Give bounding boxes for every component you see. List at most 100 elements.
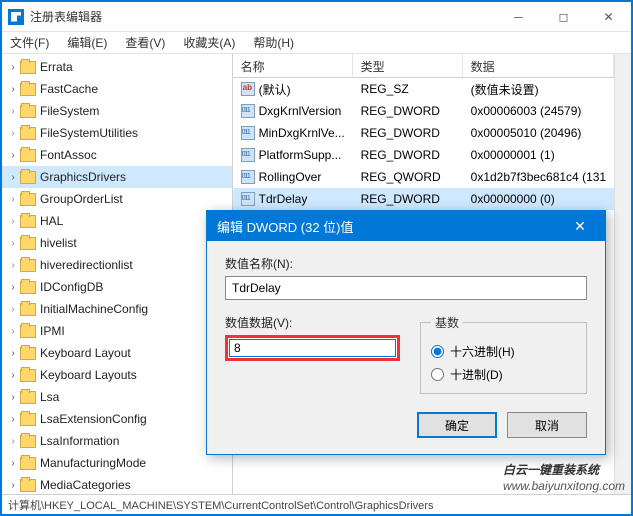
tree-item-lsa[interactable]: › Lsa	[2, 386, 232, 408]
values-list[interactable]: (默认) REG_SZ (数值未设置)DxgKrnlVersion REG_DW…	[233, 78, 614, 210]
expand-icon[interactable]: ›	[6, 216, 20, 227]
dialog-titlebar: 编辑 DWORD (32 位)值 ✕	[207, 211, 605, 241]
minimize-button[interactable]: ─	[496, 2, 541, 32]
tree-label: FileSystemUtilities	[40, 126, 138, 140]
value-type: REG_DWORD	[353, 104, 463, 118]
expand-icon[interactable]: ›	[6, 458, 20, 469]
tree-label: hiveredirectionlist	[40, 258, 133, 272]
value-data: 0x00005010 (20496)	[463, 126, 614, 140]
cancel-button[interactable]: 取消	[507, 412, 587, 438]
tree-item-hivelist[interactable]: › hivelist	[2, 232, 232, 254]
expand-icon[interactable]: ›	[6, 238, 20, 249]
registry-tree[interactable]: › Errata› FastCache› FileSystem› FileSys…	[2, 54, 233, 494]
tree-label: FileSystem	[40, 104, 99, 118]
expand-icon[interactable]: ›	[6, 172, 20, 183]
value-row[interactable]: RollingOver REG_QWORD 0x1d2b7f3bec681c4 …	[233, 166, 614, 188]
expand-icon[interactable]: ›	[6, 282, 20, 293]
expand-icon[interactable]: ›	[6, 304, 20, 315]
folder-icon	[20, 259, 36, 272]
value-type: REG_DWORD	[353, 148, 463, 162]
tree-item-filesystem[interactable]: › FileSystem	[2, 100, 232, 122]
expand-icon[interactable]: ›	[6, 194, 20, 205]
expand-icon[interactable]: ›	[6, 348, 20, 359]
folder-icon	[20, 215, 36, 228]
radio-dec[interactable]	[431, 368, 444, 381]
tree-item-errata[interactable]: › Errata	[2, 56, 232, 78]
value-name: PlatformSupp...	[259, 148, 342, 162]
folder-icon	[20, 457, 36, 470]
folder-icon	[20, 369, 36, 382]
menu-favorites[interactable]: 收藏夹(A)	[181, 32, 237, 53]
close-button[interactable]: ✕	[586, 2, 631, 32]
reg-value-icon	[241, 104, 255, 118]
expand-icon[interactable]: ›	[6, 106, 20, 117]
value-name-label: 数值名称(N):	[225, 255, 587, 272]
base-legend: 基数	[431, 314, 463, 331]
menu-edit[interactable]: 编辑(E)	[65, 32, 109, 53]
folder-icon	[20, 237, 36, 250]
folder-icon	[20, 303, 36, 316]
tree-item-hiveredirectionlist[interactable]: › hiveredirectionlist	[2, 254, 232, 276]
value-row[interactable]: (默认) REG_SZ (数值未设置)	[233, 78, 614, 100]
value-type: REG_QWORD	[353, 170, 463, 184]
col-name[interactable]: 名称	[233, 54, 353, 77]
value-row[interactable]: TdrDelay REG_DWORD 0x00000000 (0)	[233, 188, 614, 210]
expand-icon[interactable]: ›	[6, 150, 20, 161]
tree-item-filesystemutilities[interactable]: › FileSystemUtilities	[2, 122, 232, 144]
expand-icon[interactable]: ›	[6, 62, 20, 73]
tree-label: Keyboard Layouts	[40, 368, 137, 382]
tree-label: MediaCategories	[40, 478, 131, 492]
col-type[interactable]: 类型	[353, 54, 463, 77]
dialog-close-button[interactable]: ✕	[565, 211, 595, 241]
tree-item-graphicsdrivers[interactable]: › GraphicsDrivers	[2, 166, 232, 188]
tree-item-ipmi[interactable]: › IPMI	[2, 320, 232, 342]
tree-item-fontassoc[interactable]: › FontAssoc	[2, 144, 232, 166]
expand-icon[interactable]: ›	[6, 326, 20, 337]
expand-icon[interactable]: ›	[6, 414, 20, 425]
col-data[interactable]: 数据	[463, 54, 614, 77]
folder-icon	[20, 435, 36, 448]
expand-icon[interactable]: ›	[6, 480, 20, 491]
tree-label: Keyboard Layout	[40, 346, 131, 360]
tree-label: hivelist	[40, 236, 77, 250]
value-row[interactable]: DxgKrnlVersion REG_DWORD 0x00006003 (245…	[233, 100, 614, 122]
menu-file[interactable]: 文件(F)	[8, 32, 51, 53]
value-data-input[interactable]	[229, 339, 396, 357]
tree-item-manufacturingmode[interactable]: › ManufacturingMode	[2, 452, 232, 474]
scrollbar-vertical[interactable]	[614, 54, 631, 494]
radio-hex[interactable]	[431, 345, 444, 358]
tree-item-grouporderlist[interactable]: › GroupOrderList	[2, 188, 232, 210]
tree-item-keyboard layout[interactable]: › Keyboard Layout	[2, 342, 232, 364]
expand-icon[interactable]: ›	[6, 260, 20, 271]
maximize-button[interactable]: ◻	[541, 2, 586, 32]
tree-item-keyboard layouts[interactable]: › Keyboard Layouts	[2, 364, 232, 386]
expand-icon[interactable]: ›	[6, 128, 20, 139]
tree-item-lsainformation[interactable]: › LsaInformation	[2, 430, 232, 452]
tree-item-idconfigdb[interactable]: › IDConfigDB	[2, 276, 232, 298]
ok-button[interactable]: 确定	[417, 412, 497, 438]
expand-icon[interactable]: ›	[6, 370, 20, 381]
expand-icon[interactable]: ›	[6, 436, 20, 447]
expand-icon[interactable]: ›	[6, 392, 20, 403]
value-name: (默认)	[259, 81, 291, 98]
value-row[interactable]: MinDxgKrnlVe... REG_DWORD 0x00005010 (20…	[233, 122, 614, 144]
folder-icon	[20, 281, 36, 294]
values-header: 名称 类型 数据	[233, 54, 614, 78]
reg-value-icon	[241, 82, 255, 96]
tree-label: ManufacturingMode	[40, 456, 146, 470]
expand-icon[interactable]: ›	[6, 84, 20, 95]
menu-help[interactable]: 帮助(H)	[251, 32, 296, 53]
tree-item-mediacategories[interactable]: › MediaCategories	[2, 474, 232, 494]
tree-label: IPMI	[40, 324, 65, 338]
tree-item-initialmachineconfig[interactable]: › InitialMachineConfig	[2, 298, 232, 320]
value-row[interactable]: PlatformSupp... REG_DWORD 0x00000001 (1)	[233, 144, 614, 166]
window-title: 注册表编辑器	[30, 8, 496, 25]
base-fieldset: 基数 十六进制(H) 十进制(D)	[420, 314, 587, 394]
tree-item-hal[interactable]: › HAL	[2, 210, 232, 232]
menu-view[interactable]: 查看(V)	[123, 32, 167, 53]
tree-item-lsaextensionconfig[interactable]: › LsaExtensionConfig	[2, 408, 232, 430]
tree-item-fastcache[interactable]: › FastCache	[2, 78, 232, 100]
value-name: DxgKrnlVersion	[259, 104, 342, 118]
radio-hex-label: 十六进制(H)	[450, 343, 515, 360]
value-name-input[interactable]	[225, 276, 587, 300]
